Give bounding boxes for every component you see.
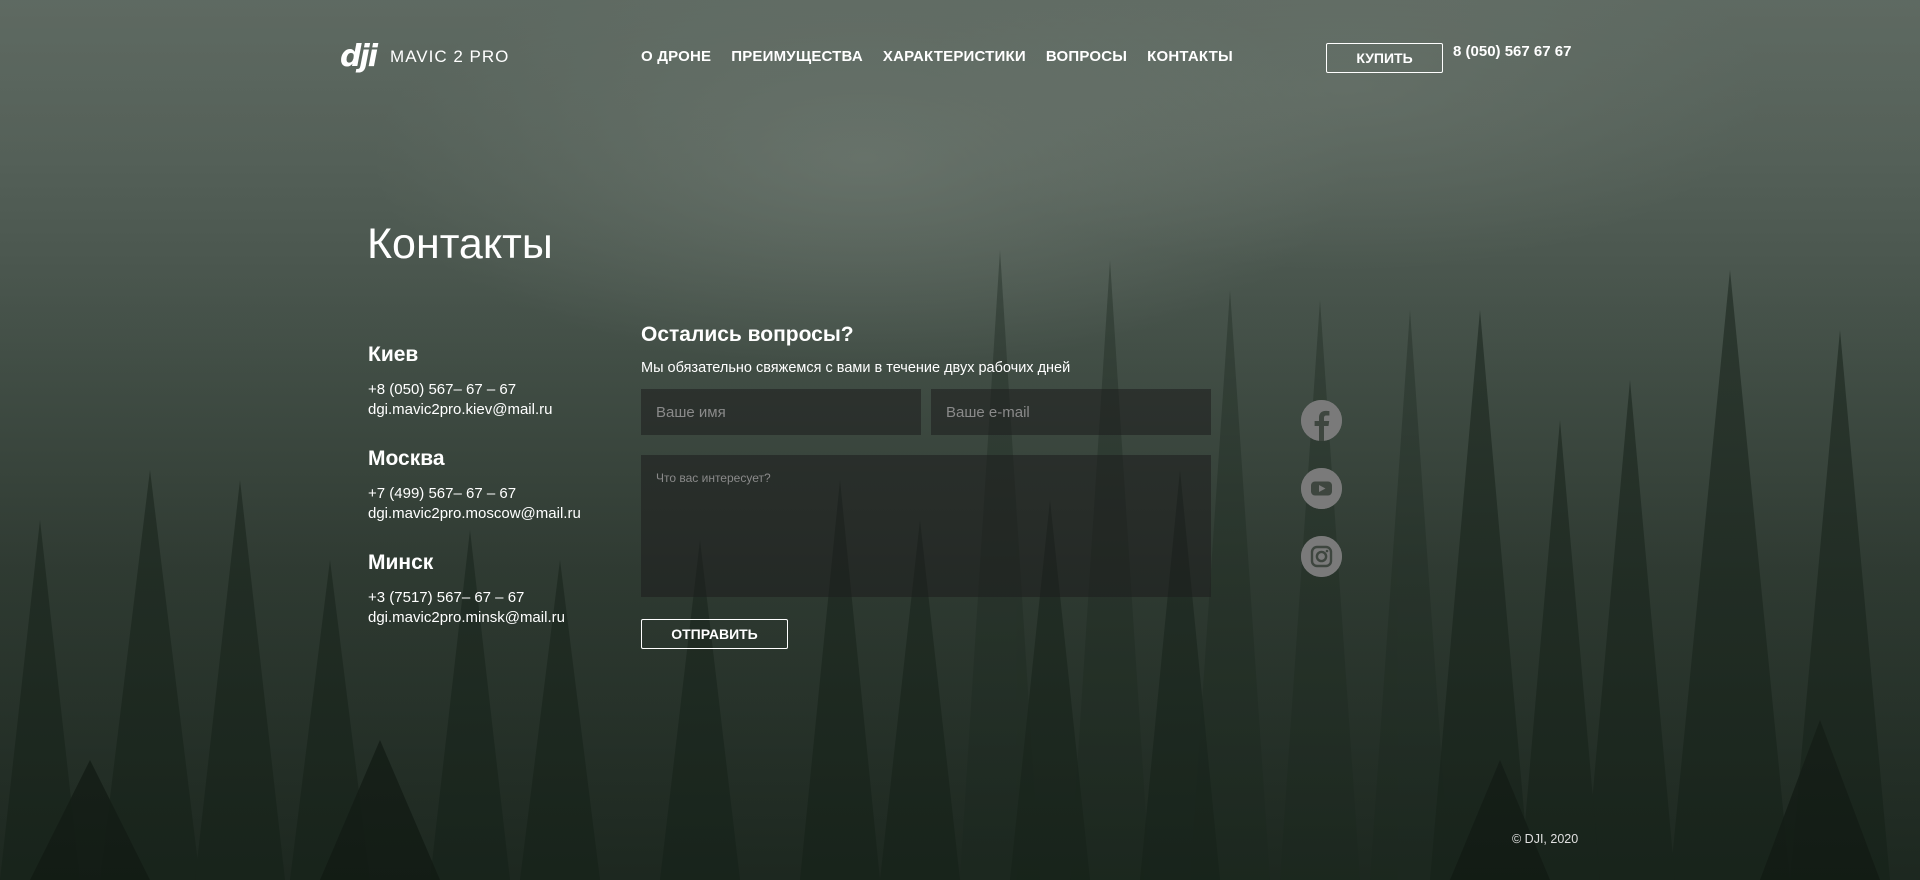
nav-item-contacts[interactable]: КОНТАКТЫ (1147, 48, 1233, 65)
city-minsk: Минск +3 (7517) 567– 67 – 67 dgi.mavic2p… (368, 551, 628, 628)
submit-button[interactable]: ОТПРАВИТЬ (641, 619, 788, 649)
instagram-icon[interactable] (1301, 536, 1342, 577)
city-email[interactable]: dgi.mavic2pro.moscow@mail.ru (368, 504, 628, 524)
nav-item-advantages[interactable]: ПРЕИМУЩЕСТВА (731, 48, 863, 65)
city-name: Минск (368, 551, 434, 574)
main-nav: О ДРОНЕ ПРЕИМУЩЕСТВА ХАРАКТЕРИСТИКИ ВОПР… (641, 48, 1233, 65)
city-phone[interactable]: +7 (499) 567– 67 – 67 (368, 484, 628, 504)
city-phone[interactable]: +3 (7517) 567– 67 – 67 (368, 588, 628, 608)
facebook-icon[interactable] (1301, 400, 1342, 441)
city-kiev: Киев +8 (050) 567– 67 – 67 dgi.mavic2pro… (368, 343, 628, 420)
city-phone[interactable]: +8 (050) 567– 67 – 67 (368, 380, 628, 400)
form-subtitle: Мы обязательно свяжемся с вами в течение… (641, 360, 1071, 376)
page-title: Контакты (367, 220, 553, 268)
name-field[interactable] (641, 389, 921, 435)
header-phone[interactable]: 8 (050) 567 67 67 (1453, 43, 1571, 60)
city-email[interactable]: dgi.mavic2pro.kiev@mail.ru (368, 400, 628, 420)
message-field[interactable] (641, 455, 1211, 597)
copyright: © DJI, 2020 (1512, 832, 1579, 846)
nav-item-about-drone[interactable]: О ДРОНЕ (641, 48, 711, 65)
city-name: Киев (368, 343, 419, 366)
city-name: Москва (368, 447, 445, 470)
youtube-icon[interactable] (1301, 468, 1342, 509)
nav-item-specs[interactable]: ХАРАКТЕРИСТИКИ (883, 48, 1026, 65)
city-moscow: Москва +7 (499) 567– 67 – 67 dgi.mavic2p… (368, 447, 628, 524)
nav-item-faq[interactable]: ВОПРОСЫ (1046, 48, 1127, 65)
product-name: MAVIC 2 PRO (390, 47, 510, 66)
buy-button[interactable]: КУПИТЬ (1326, 43, 1443, 73)
site-header: dji MAVIC 2 PRO О ДРОНЕ ПРЕИМУЩЕСТВА ХАР… (0, 0, 1920, 115)
logo[interactable]: dji MAVIC 2 PRO (340, 39, 510, 74)
form-inputs-row (641, 389, 1211, 435)
form-title: Остались вопросы? (641, 323, 854, 346)
dji-logo-mark: dji (340, 39, 378, 74)
city-email[interactable]: dgi.mavic2pro.minsk@mail.ru (368, 608, 628, 628)
city-contacts: Киев +8 (050) 567– 67 – 67 dgi.mavic2pro… (368, 343, 628, 655)
contact-form: Остались вопросы? Мы обязательно свяжемс… (641, 322, 1211, 649)
social-links (1301, 400, 1342, 577)
email-field[interactable] (931, 389, 1211, 435)
